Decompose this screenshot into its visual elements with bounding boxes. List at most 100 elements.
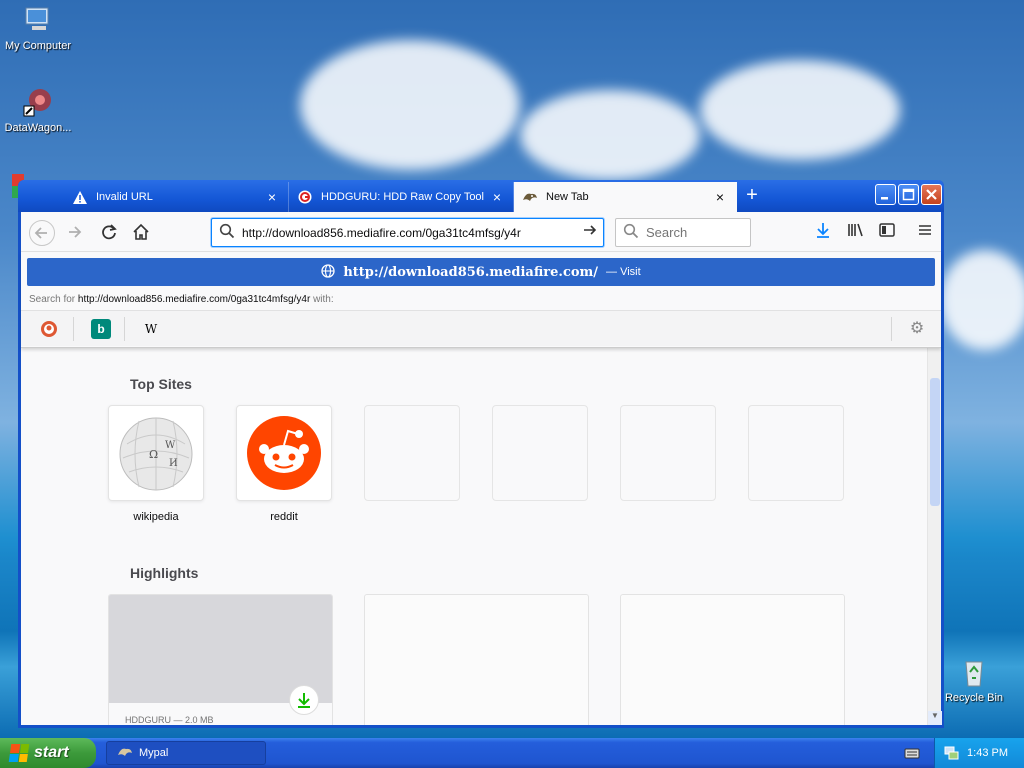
highlight-meta: HDDGURU — 2.0 MB [125,715,214,725]
highlights-heading: Highlights [130,565,199,581]
taskbar: start Mypal 1:43 PM [0,738,1024,768]
download-icon [289,685,319,715]
svg-text:И: И [169,458,178,469]
recycle-bin-icon [958,656,990,688]
vertical-scrollbar[interactable]: ▼ [927,348,942,725]
minimize-button[interactable] [875,184,896,205]
drive-icon [0,414,20,446]
new-tab-button[interactable]: + [738,184,766,208]
desktop-icon-label: My Computer [4,40,72,52]
desktop-icon-label: Recycle Bin [944,692,1004,704]
top-sites-heading: Top Sites [130,376,192,392]
mypal-icon [522,189,538,205]
top-site-label: wikipedia [133,511,179,523]
top-site-wikipedia[interactable]: Ω W И [108,405,204,501]
go-arrow-icon[interactable] [577,222,603,243]
top-site-placeholder [364,405,460,501]
close-tab-icon[interactable]: × [489,189,505,205]
browser-window: Invalid URL × HDDGURU: HDD Raw Copy Tool… [18,180,944,728]
tab-bar: Invalid URL × HDDGURU: HDD Raw Copy Tool… [18,180,944,212]
tab-hddguru[interactable]: HDDGURU: HDD Raw Copy Tool × [289,182,514,212]
start-label: start [34,744,69,761]
datawagon-icon [22,86,54,118]
desktop-icon-datawagon[interactable]: DataWagon... [0,86,76,134]
tab-invalid-url[interactable]: Invalid URL × [64,182,289,212]
sidebar-icon[interactable] [873,220,901,246]
highlight-card[interactable]: HDDGURU — 2.0 MB [108,594,333,725]
suggestion-action: — Visit [606,266,641,278]
wikipedia-globe-icon: Ω W И [119,417,193,491]
url-bar[interactable]: http://download856.mediafire.com/0ga31tc… [211,218,604,247]
close-tab-icon[interactable]: × [264,189,280,205]
search-icon [616,223,646,242]
search-icon [212,223,242,242]
bing-icon[interactable]: b [91,319,111,339]
suggestion-url: http://download856.mediafire.com/ [343,264,599,280]
warning-icon [72,189,88,205]
maximize-button[interactable] [898,184,919,205]
network-icon[interactable] [943,745,959,764]
search-input[interactable] [646,225,736,240]
cloud [520,90,700,180]
svg-text:W: W [165,440,176,451]
mypal-icon [117,745,133,762]
url-text[interactable]: http://download856.mediafire.com/0ga31tc… [242,226,577,240]
keyboard-icon[interactable] [904,746,920,763]
reload-button[interactable] [95,220,123,246]
duckduckgo-icon[interactable] [39,319,59,339]
hddguru-icon [297,189,313,205]
search-for-suffix: with: [313,294,334,305]
downloads-button[interactable] [809,220,837,246]
search-for-term: http://download856.mediafire.com/0ga31tc… [77,294,311,305]
scrollbar-thumb[interactable] [930,378,940,506]
search-engines-row: b W ⚙ [21,310,941,346]
tab-title: Invalid URL [96,191,153,203]
url-suggestions-popup: http://download856.mediafire.com/ — Visi… [21,252,941,348]
wikipedia-icon[interactable]: W [141,319,161,339]
cloud [700,60,900,160]
windows-flag-icon [8,744,30,762]
system-tray: 1:43 PM [934,738,1024,768]
close-window-button[interactable] [921,184,942,205]
desktop-icon-label: DataWagon... [4,122,72,134]
separator [891,317,892,341]
visit-suggestion[interactable]: http://download856.mediafire.com/ — Visi… [27,258,935,286]
home-button[interactable] [127,220,155,246]
top-site-reddit[interactable] [236,405,332,501]
globe-icon [321,263,335,281]
separator [73,317,74,341]
top-site-placeholder [492,405,588,501]
tab-new-tab[interactable]: New Tab × [514,182,737,212]
desktop-icon-recycle-bin[interactable]: Recycle Bin [936,656,1012,704]
top-site-label: reddit [270,511,298,523]
reddit-icon [247,416,321,490]
start-button[interactable]: start [0,738,96,768]
forward-button[interactable] [61,220,89,246]
highlight-placeholder [364,594,589,725]
taskbar-item-label: Mypal [139,747,169,759]
tab-title: New Tab [546,191,589,203]
library-icon[interactable] [841,220,869,246]
new-tab-page: Top Sites Ω W И wikipedia reddit Highlig… [21,348,941,725]
close-tab-icon[interactable]: × [712,189,728,205]
search-for-hint: Search for http://download856.mediafire.… [29,294,334,305]
svg-text:Ω: Ω [149,448,158,461]
desktop-icon-my-computer[interactable]: My Computer [0,4,76,52]
tab-title: HDDGURU: HDD Raw Copy Tool [321,191,484,203]
gear-icon[interactable]: ⚙ [907,319,927,339]
top-site-placeholder [620,405,716,501]
cloud [940,250,1024,350]
separator [124,317,125,341]
nav-toolbar: http://download856.mediafire.com/0ga31tc… [21,212,941,252]
menu-icon[interactable] [911,220,939,246]
search-bar[interactable] [615,218,751,247]
computer-icon [22,4,54,36]
cloud [300,40,520,170]
back-button[interactable] [29,220,55,246]
highlight-placeholder [620,594,845,725]
top-site-placeholder [748,405,844,501]
scroll-down-arrow-icon[interactable]: ▼ [928,711,942,725]
clock: 1:43 PM [967,747,1008,759]
taskbar-item-mypal[interactable]: Mypal [106,741,266,765]
search-for-prefix: Search for [29,294,76,305]
